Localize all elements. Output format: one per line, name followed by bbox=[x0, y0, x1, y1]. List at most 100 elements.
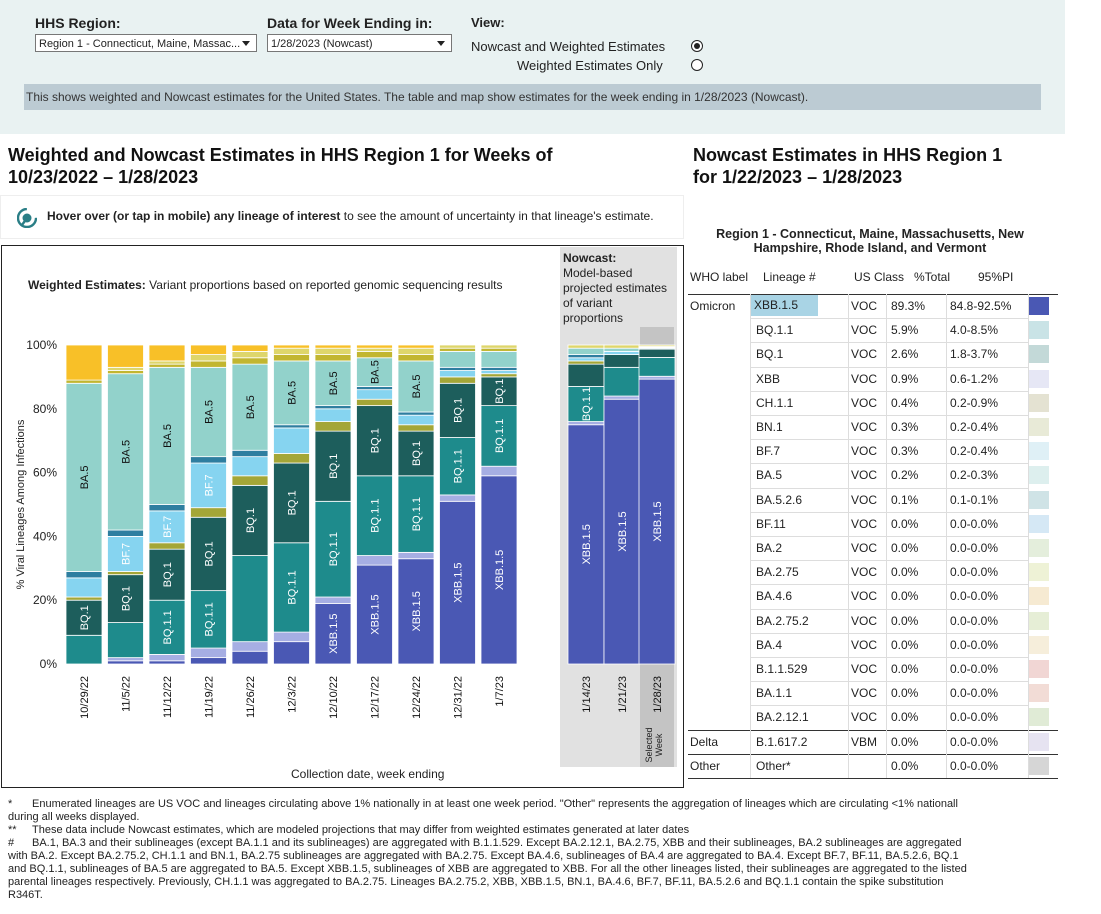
bar-segment-bq-1 bbox=[567, 363, 605, 387]
table-row[interactable]: BA.2.12.1 VOC 0.0% 0.0-0.0% bbox=[688, 705, 1058, 729]
table-bottom-rule bbox=[688, 778, 1058, 779]
table-row-rule bbox=[750, 439, 1028, 441]
week-select-value: 1/28/2023 (Nowcast) bbox=[271, 38, 373, 50]
table-row[interactable]: BA.4 VOC 0.0% 0.0-0.0% bbox=[688, 633, 1058, 657]
bar-segment-bn-1 bbox=[480, 347, 518, 352]
table-row[interactable]: BF.7 VOC 0.3% 0.2-0.4% bbox=[688, 439, 1058, 463]
view-option-weighted-radio[interactable] bbox=[691, 59, 703, 71]
table-row[interactable]: Other Other* 0.0% 0.0-0.0% bbox=[688, 754, 1058, 778]
bar-label: BA.5 bbox=[79, 465, 91, 489]
row-lineage: CH.1.1 bbox=[756, 395, 794, 410]
row-percent: 0.0% bbox=[891, 516, 919, 531]
table-row[interactable]: Omicron XBB.1.5 VOC 89.3% 84.8-92.5% bbox=[688, 294, 1058, 318]
week-select[interactable]: 1/28/2023 (Nowcast) bbox=[267, 34, 452, 52]
y-axis-title: % Viral Lineages Among Infections bbox=[15, 419, 27, 589]
table-row[interactable]: BA.4.6 VOC 0.0% 0.0-0.0% bbox=[688, 584, 1058, 608]
header-who: WHO label bbox=[690, 270, 749, 284]
bar-segment-xbb bbox=[439, 494, 476, 502]
table-row[interactable]: CH.1.1 VOC 0.4% 0.2-0.9% bbox=[688, 391, 1058, 415]
bar-segment-ba-5-2-6 bbox=[273, 424, 310, 429]
row-interval: 0.0-0.0% bbox=[950, 541, 999, 555]
region-select[interactable]: Region 1 - Connecticut, Maine, Massac... bbox=[35, 34, 257, 52]
selected-week-note: Week bbox=[654, 733, 664, 756]
y-tick-label: 20% bbox=[33, 593, 57, 607]
bar-label: XBB.1.5 bbox=[453, 562, 465, 602]
row-lineage: BA.2.75.2 bbox=[756, 613, 809, 628]
table-header: WHO label Lineage # US Class %Total 95%P… bbox=[688, 265, 1058, 289]
table-row[interactable]: Delta B.1.617.2 VBM 0.0% 0.0-0.0% bbox=[688, 730, 1058, 754]
row-class: VOC bbox=[851, 686, 878, 701]
row-interval: 0.2-0.9% bbox=[950, 395, 999, 410]
footnote-3: # BA.1, BA.3 and their sublineages (excep… bbox=[8, 837, 1098, 850]
table-title: Region 1 - Connecticut, Maine, Massachus… bbox=[716, 227, 1024, 255]
bar-segment-ba-5-2-6 bbox=[148, 504, 186, 512]
row-percent: 0.3% bbox=[891, 444, 919, 459]
table-row[interactable]: BA.2.75.2 VOC 0.0% 0.0-0.0% bbox=[688, 609, 1058, 633]
row-interval: 0.0-0.0% bbox=[950, 662, 999, 676]
bar-segment-ba-2-75 bbox=[273, 453, 310, 464]
footnote-1-text2: during all weeks displayed. bbox=[8, 811, 140, 823]
footnote-3-text: BA.1, BA.3 and their sublineages (except… bbox=[32, 837, 962, 849]
row-lineage: XBB.1.5 bbox=[750, 295, 819, 316]
bar-segment-other bbox=[190, 344, 227, 355]
bar-segment-bf-7 bbox=[439, 370, 476, 378]
bar-label: XBB.1.5 bbox=[617, 511, 629, 551]
row-class: VOC bbox=[851, 516, 878, 531]
row-who-label: Delta bbox=[690, 734, 719, 749]
table-row-rule bbox=[750, 608, 1028, 610]
bar-segment-xbb bbox=[107, 657, 144, 662]
bar-segment-ba-5-2-6 bbox=[190, 456, 227, 464]
bar-segment-bf-7 bbox=[397, 414, 435, 426]
table-header-rule bbox=[688, 294, 1058, 295]
bar-segment-bn-1 bbox=[65, 379, 103, 384]
bar-segment-ba-2-75 bbox=[190, 507, 227, 518]
row-interval: 0.0-0.0% bbox=[950, 758, 999, 773]
table-row[interactable]: BF.11 VOC 0.0% 0.0-0.0% bbox=[688, 512, 1058, 536]
table-row[interactable]: BA.5.2.6 VOC 0.1% 0.1-0.1% bbox=[688, 488, 1058, 512]
bar-segment-bf-7 bbox=[356, 389, 393, 400]
row-percent: 0.9% bbox=[891, 371, 919, 386]
table-row[interactable]: BA.5 VOC 0.2% 0.2-0.3% bbox=[688, 463, 1058, 487]
row-percent: 89.3% bbox=[891, 299, 926, 313]
footnote-3-line4: parental lineages respectively. Previous… bbox=[8, 876, 944, 888]
bar-label: BQ.1 bbox=[328, 454, 340, 479]
bar-segment-bn-1 bbox=[397, 354, 435, 362]
row-lineage: BQ.1.1 bbox=[756, 323, 794, 338]
left-title-line1: Weighted and Nowcast Estimates in HHS Re… bbox=[8, 145, 553, 165]
table-row[interactable]: BA.2 VOC 0.0% 0.0-0.0% bbox=[688, 536, 1058, 560]
row-class: VOC bbox=[851, 323, 878, 338]
table-row[interactable]: BN.1 VOC 0.3% 0.2-0.4% bbox=[688, 415, 1058, 439]
bar-segment-ch-1-1 bbox=[638, 344, 676, 347]
bar-segment-ch-1-1 bbox=[439, 344, 476, 349]
bar-segment-xbb bbox=[190, 647, 227, 659]
bar-segment-bn-1 bbox=[231, 357, 269, 365]
table-row[interactable]: B.1.1.529 VOC 0.0% 0.0-0.0% bbox=[688, 657, 1058, 681]
bar-segment-other bbox=[356, 344, 393, 349]
row-color-swatch bbox=[1029, 611, 1049, 630]
table-col-rule bbox=[1028, 294, 1029, 778]
bar-label: BQ.1 bbox=[121, 586, 133, 611]
row-lineage: BA.2 bbox=[756, 541, 783, 555]
table-row-rule bbox=[750, 366, 1028, 368]
row-lineage: BF.11 bbox=[756, 516, 786, 531]
table-row[interactable]: BA.1.1 VOC 0.0% 0.0-0.0% bbox=[688, 681, 1058, 705]
footnote-2: ** These data include Nowcast estimates, … bbox=[8, 824, 1098, 837]
table-row-rule bbox=[750, 632, 1028, 634]
row-lineage: XBB bbox=[756, 371, 781, 386]
row-percent: 0.0% bbox=[891, 637, 919, 652]
table-row[interactable]: BA.2.75 VOC 0.0% 0.0-0.0% bbox=[688, 560, 1058, 584]
table-row[interactable]: BQ.1 VOC 2.6% 1.8-3.7% bbox=[688, 342, 1058, 366]
view-option-nowcast-radio[interactable] bbox=[691, 40, 703, 52]
row-percent: 5.9% bbox=[891, 323, 919, 338]
bar-label: BA.5 bbox=[287, 381, 299, 405]
right-title-line2: for 1/22/2023 – 1/28/2023 bbox=[693, 167, 903, 187]
bar-segment-ba-2-75 bbox=[567, 360, 605, 365]
table-row[interactable]: XBB VOC 0.9% 0.6-1.2% bbox=[688, 367, 1058, 391]
row-lineage: B.1.617.2 bbox=[756, 734, 808, 749]
y-tick-label: 40% bbox=[33, 529, 57, 543]
bar-segment-ba-5-2-6 bbox=[397, 411, 435, 416]
row-class: VBM bbox=[851, 734, 878, 749]
footnote-1-text: Enumerated lineages are US VOC and linea… bbox=[32, 798, 958, 810]
row-percent: 0.0% bbox=[891, 589, 919, 604]
table-row[interactable]: BQ.1.1 VOC 5.9% 4.0-8.5% bbox=[688, 318, 1058, 342]
